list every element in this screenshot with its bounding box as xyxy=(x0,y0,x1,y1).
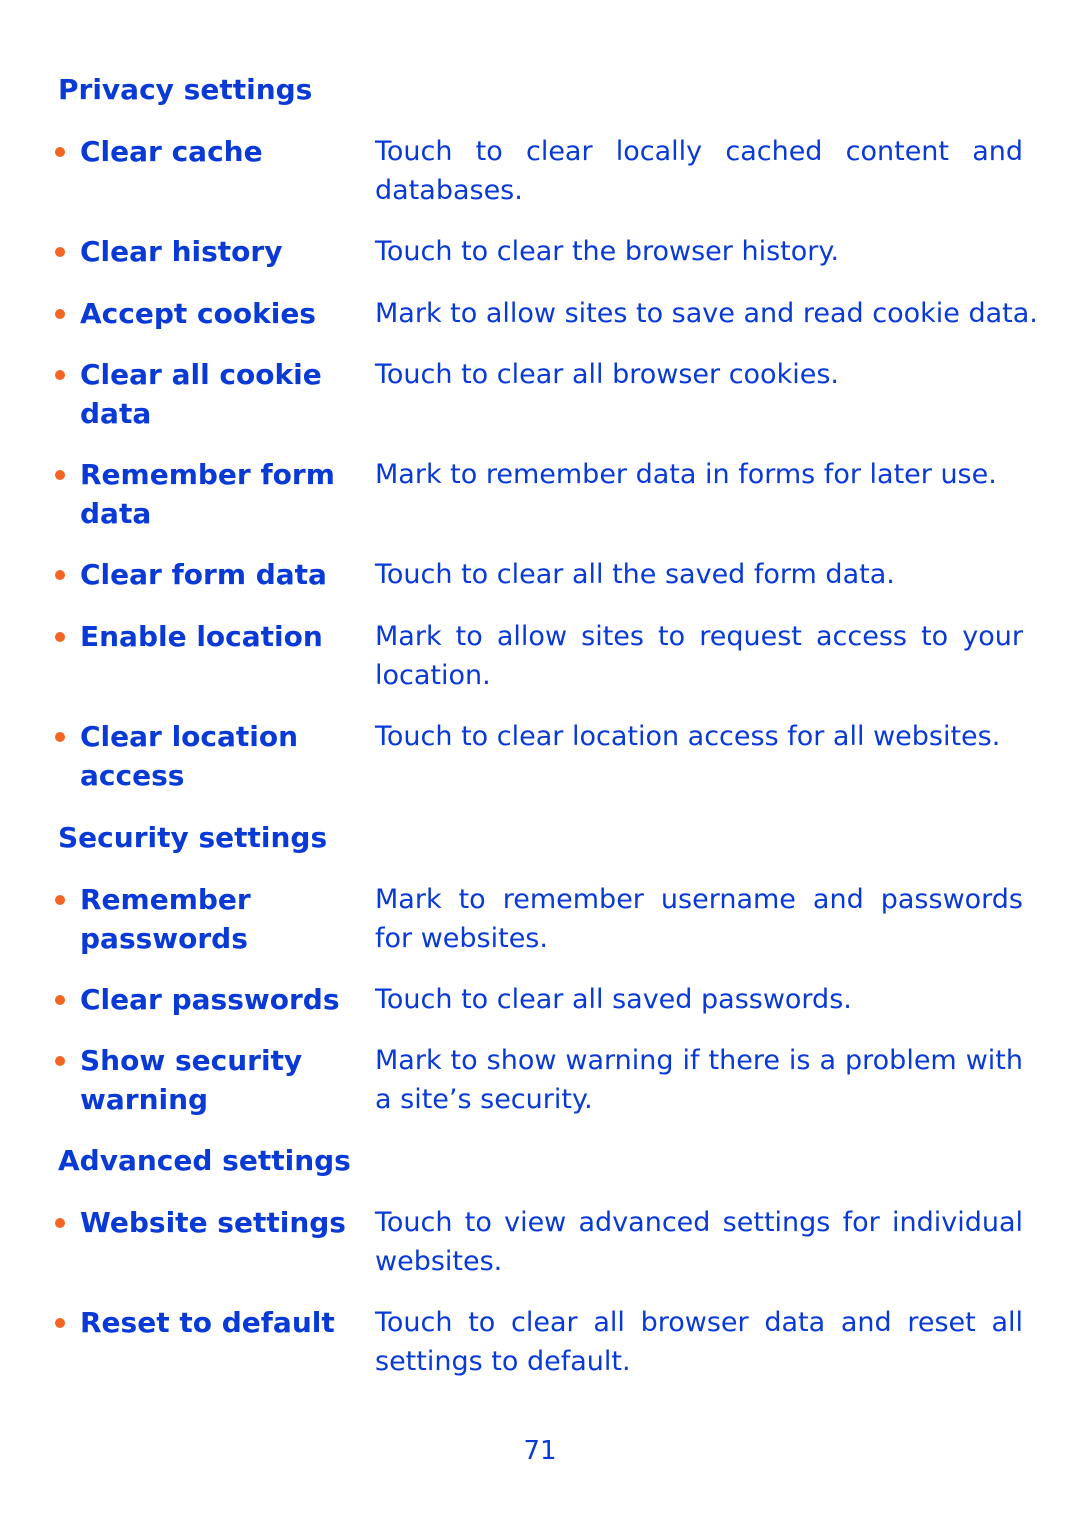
setting-description: Mark to show warning if there is a probl… xyxy=(375,1045,1023,1115)
setting-term: Remember form data xyxy=(80,458,335,530)
setting-term: Accept cookies xyxy=(80,297,316,330)
bullet-icon xyxy=(55,470,65,480)
bullet-icon xyxy=(55,309,65,319)
section-heading-privacy: Privacy settings xyxy=(58,73,313,106)
setting-description: Touch to clear all the saved form data. xyxy=(375,559,895,590)
bullet-icon xyxy=(55,632,65,642)
setting-description: Touch to clear all browser data and rese… xyxy=(375,1307,1023,1377)
setting-description: Touch to clear location access for all w… xyxy=(375,721,1001,752)
bullet-icon xyxy=(55,895,65,905)
bullet-icon xyxy=(55,732,65,742)
setting-term: Remember passwords xyxy=(80,883,251,955)
setting-description: Mark to allow sites to request access to… xyxy=(375,621,1023,691)
setting-description: Mark to remember username and passwords … xyxy=(375,884,1023,954)
setting-description: Touch to clear locally cached content an… xyxy=(375,136,1023,206)
setting-term: Clear cache xyxy=(80,135,263,168)
manual-page: Privacy settings Clear cache Touch to cl… xyxy=(0,0,1080,1534)
bullet-icon xyxy=(55,147,65,157)
section-heading-security: Security settings xyxy=(58,821,328,854)
setting-term: Website settings xyxy=(80,1206,346,1239)
setting-term: Reset to default xyxy=(80,1306,335,1339)
setting-description: Touch to view advanced settings for indi… xyxy=(375,1207,1023,1277)
setting-description: Touch to clear all browser cookies. xyxy=(375,359,839,390)
setting-term: Clear form data xyxy=(80,558,327,591)
setting-description: Mark to remember data in forms for later… xyxy=(375,459,997,490)
bullet-icon xyxy=(55,570,65,580)
section-heading-advanced: Advanced settings xyxy=(58,1144,351,1177)
setting-term: Clear passwords xyxy=(80,983,340,1016)
setting-term: Clear all cookie data xyxy=(80,358,322,430)
bullet-icon xyxy=(55,1218,65,1228)
bullet-icon xyxy=(55,1056,65,1066)
setting-description: Touch to clear all saved passwords. xyxy=(375,984,852,1015)
setting-term: Enable location xyxy=(80,620,323,653)
bullet-icon xyxy=(55,1318,65,1328)
bullet-icon xyxy=(55,247,65,257)
bullet-icon xyxy=(55,370,65,380)
setting-term: Clear location access xyxy=(80,720,299,792)
setting-description: Touch to clear the browser history. xyxy=(375,236,840,267)
page-number: 71 xyxy=(523,1436,557,1466)
setting-term: Show security warning xyxy=(80,1044,303,1116)
setting-term: Clear history xyxy=(80,235,283,268)
setting-description: Mark to allow sites to save and read coo… xyxy=(375,298,1038,329)
bullet-icon xyxy=(55,995,65,1005)
